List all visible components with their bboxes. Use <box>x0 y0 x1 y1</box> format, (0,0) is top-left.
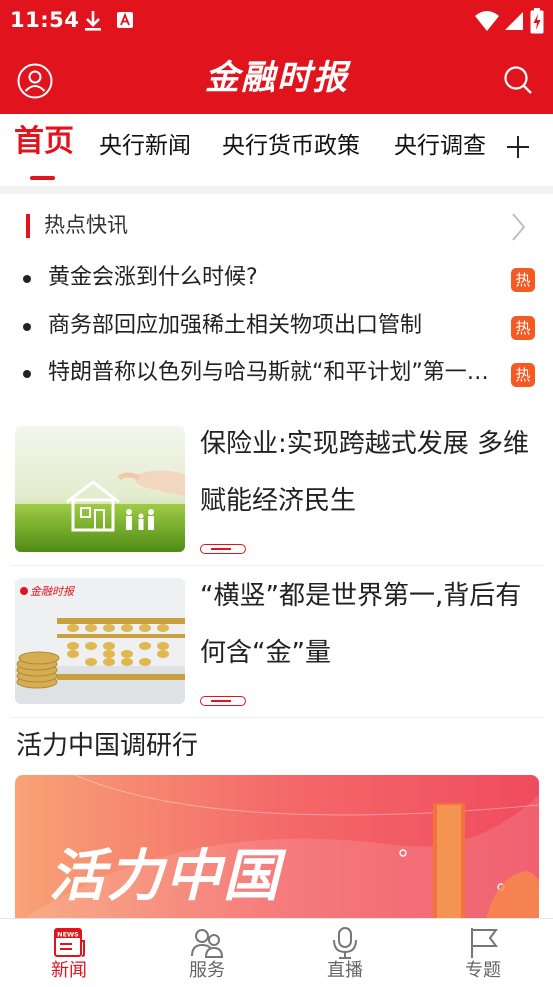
news-headline: “横竖”都是世界第一,背后有何含“金”量 <box>200 581 522 668</box>
tab-central-bank-survey[interactable]: 央行调查 <box>394 133 486 159</box>
hot-news-section: 热点快讯 黄金会涨到什么时候? 热 商务部回应加强稀土相关物项出口管制 热 特朗… <box>0 194 553 409</box>
hot-badge: 热 <box>511 363 535 387</box>
keyboard-a-icon <box>117 12 133 28</box>
search-icon[interactable] <box>502 64 534 96</box>
tab-central-bank-news[interactable]: 央行新闻 <box>99 130 191 162</box>
download-icon <box>85 11 101 31</box>
section-accent-bar <box>26 214 30 238</box>
nav-live-label: 直播 <box>327 960 363 981</box>
news-headline: 保险业:实现跨越式发展 多维赋能经济民生 <box>200 429 530 516</box>
hot-news-header[interactable]: 热点快讯 <box>0 194 553 254</box>
bottom-navigation: NEWS 新闻 服务 直播 专题 <box>0 918 553 987</box>
nav-live[interactable]: 直播 <box>276 919 414 987</box>
news-card[interactable]: 保险业:实现跨越式发展 多维赋能经济民生 <box>0 416 553 568</box>
news-card[interactable]: 金融时报 “横竖”都是世界第一,背后有何含“金”量 <box>0 568 553 720</box>
bullet <box>23 275 31 283</box>
add-channel-icon[interactable] <box>505 134 531 160</box>
hot-news-item[interactable]: 特朗普称以色列与哈马斯就“和平计划”第一阶段达成一致 热 <box>0 351 553 397</box>
divider <box>10 717 543 718</box>
nav-service[interactable]: 服务 <box>138 919 276 987</box>
hot-news-title: 热点快讯 <box>44 213 128 237</box>
section-title[interactable]: 活力中国调研行 <box>16 727 198 765</box>
nav-news-label: 新闻 <box>51 960 87 981</box>
tab-survey-clip: 央行调查 <box>394 130 486 166</box>
bullet <box>23 370 31 378</box>
channel-tabs: 首页 央行新闻 央行货币政策 央行调查 <box>0 114 553 186</box>
nav-topics-label: 专题 <box>465 960 501 981</box>
user-profile-icon[interactable] <box>17 63 53 99</box>
flag-icon <box>471 928 498 958</box>
hot-badge: 热 <box>511 268 535 292</box>
news-thumbnail-house <box>15 426 185 552</box>
chevron-right-icon[interactable] <box>510 212 526 242</box>
nav-topics[interactable]: 专题 <box>414 919 552 987</box>
app-header: 金融时报 <box>0 44 553 114</box>
hot-news-item[interactable]: 商务部回应加强稀土相关物项出口管制 热 <box>0 304 553 350</box>
hot-news-text: 商务部回应加强稀土相关物项出口管制 <box>48 313 423 338</box>
active-tab-indicator <box>30 176 55 180</box>
battery-charging-icon <box>530 8 544 34</box>
news-icon: NEWS <box>54 928 85 957</box>
microphone-icon <box>333 927 357 959</box>
divider <box>10 565 543 566</box>
vitality-china-banner[interactable]: 活力中国 <box>15 775 539 925</box>
tab-home[interactable]: 首页 <box>14 126 74 158</box>
wifi-icon <box>475 11 499 31</box>
nav-news[interactable]: NEWS 新闻 <box>0 919 138 987</box>
cellular-signal-icon <box>505 12 523 30</box>
bullet <box>23 323 31 331</box>
news-thumbnail-abacus: 金融时报 <box>15 578 185 704</box>
status-bar: 11:54 <box>0 0 553 44</box>
hot-news-text: 黄金会涨到什么时候? <box>48 265 258 290</box>
hot-news-text: 特朗普称以色列与哈马斯就“和平计划”第一阶段达成一致 <box>48 360 504 385</box>
hot-news-item[interactable]: 黄金会涨到什么时候? 热 <box>0 256 553 302</box>
hot-badge: 热 <box>511 316 535 340</box>
banner-text: 活力中国 <box>49 844 287 909</box>
tab-monetary-policy[interactable]: 央行货币政策 <box>222 130 360 162</box>
thumb-caption: 金融时报 <box>30 585 76 598</box>
news-icon-badge: NEWS <box>57 931 79 939</box>
news-tag <box>200 696 246 706</box>
app-logo: 金融时报 <box>205 58 349 98</box>
nav-service-label: 服务 <box>189 960 225 981</box>
status-time: 11:54 <box>10 8 80 32</box>
service-icon <box>191 929 224 958</box>
news-tag <box>200 544 246 554</box>
channel-divider <box>0 186 553 194</box>
